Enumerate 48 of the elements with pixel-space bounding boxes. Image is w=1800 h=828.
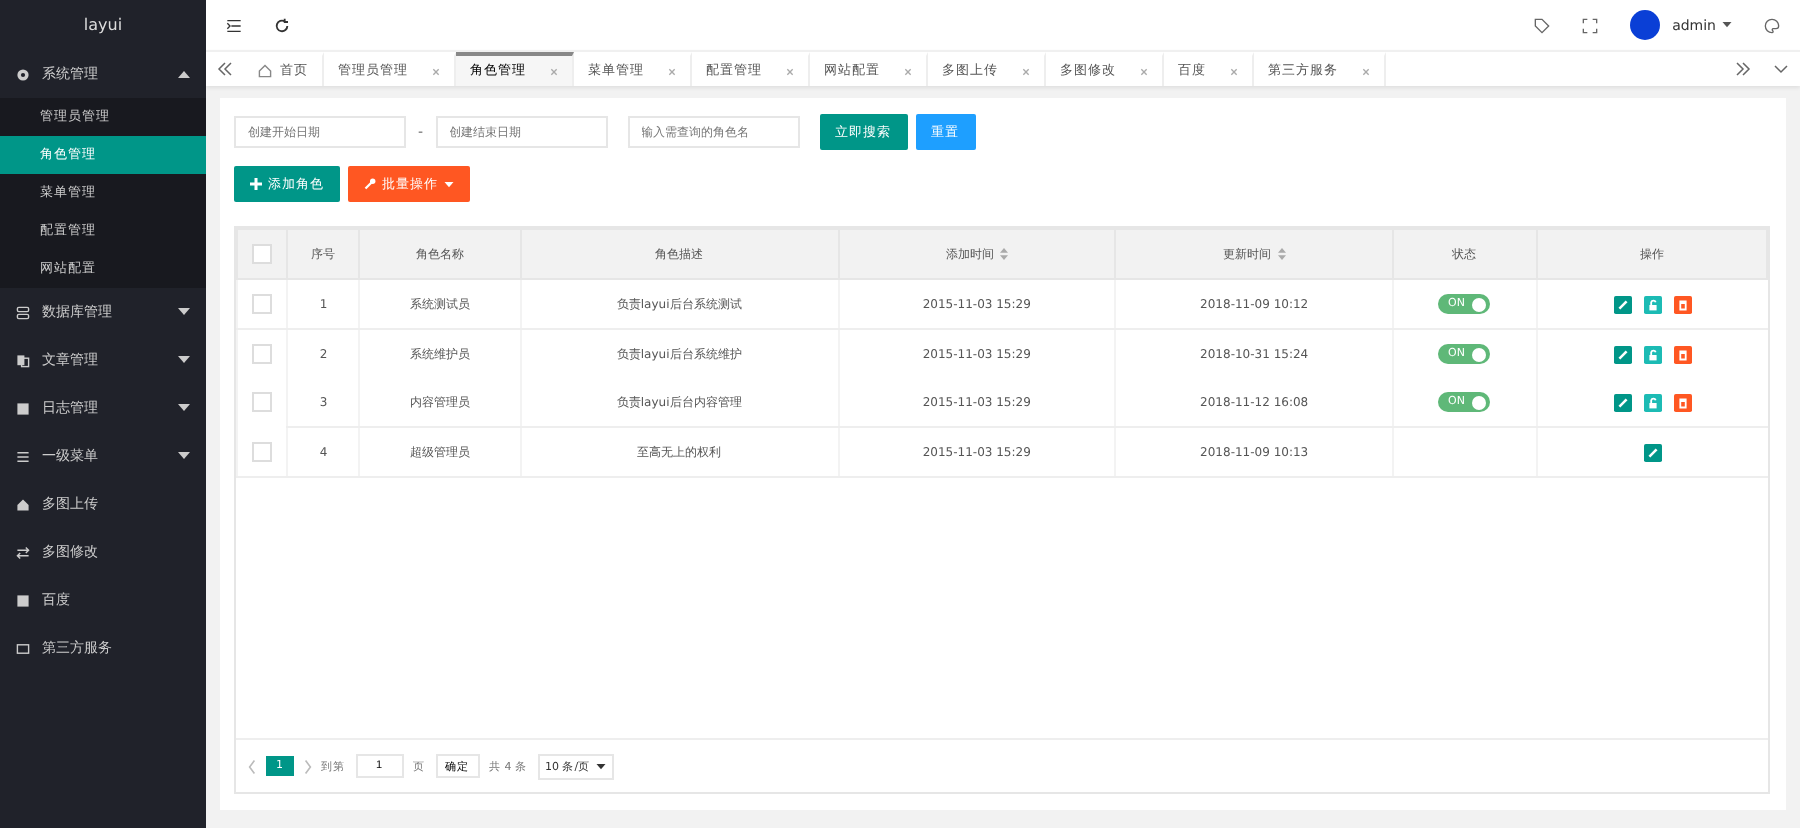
unlock-icon[interactable] <box>1643 393 1662 411</box>
unlock-icon[interactable] <box>1643 295 1662 313</box>
previous-page-icon[interactable] <box>248 759 256 773</box>
row-checkbox[interactable] <box>252 344 272 364</box>
select-all-checkbox[interactable] <box>252 244 272 264</box>
fullscreen-icon[interactable] <box>1582 17 1599 33</box>
close-icon[interactable] <box>1022 67 1030 75</box>
plus-icon <box>250 178 262 190</box>
refresh-icon[interactable] <box>274 17 290 33</box>
unlock-icon[interactable] <box>1643 345 1662 363</box>
logo-text: layui <box>81 14 125 38</box>
square-icon <box>16 401 30 415</box>
caret-icon <box>1722 22 1732 28</box>
trash-icon[interactable] <box>1673 345 1692 363</box>
close-icon[interactable] <box>904 67 912 75</box>
edit-icon[interactable] <box>1613 345 1632 363</box>
document-icon <box>16 353 30 367</box>
sort-icon <box>1277 247 1286 260</box>
menu-icon[interactable] <box>226 17 242 33</box>
edit-icon[interactable] <box>1643 443 1662 461</box>
row-checkbox[interactable] <box>252 294 272 314</box>
next-page-icon[interactable] <box>303 759 311 773</box>
home-icon <box>258 64 272 78</box>
trash-icon[interactable] <box>1673 295 1692 313</box>
wrench-icon <box>364 178 376 190</box>
close-icon[interactable] <box>668 67 676 75</box>
database-icon <box>16 305 30 319</box>
palette-icon[interactable] <box>1764 17 1780 33</box>
gear-icon <box>16 67 30 81</box>
caret-icon <box>444 181 454 187</box>
close-icon[interactable] <box>550 67 558 75</box>
edit-icon[interactable] <box>1613 393 1632 411</box>
row-checkbox[interactable] <box>252 441 272 462</box>
close-icon[interactable] <box>1140 67 1148 75</box>
envelope-icon <box>16 641 30 655</box>
trash-icon[interactable] <box>1673 393 1692 411</box>
row-checkbox[interactable] <box>252 392 272 413</box>
edit-icon[interactable] <box>1613 295 1632 313</box>
list-icon <box>16 449 30 463</box>
close-icon[interactable] <box>432 67 440 75</box>
close-icon[interactable] <box>1362 67 1370 75</box>
close-icon[interactable] <box>786 67 794 75</box>
avatar[interactable] <box>1630 10 1661 40</box>
caret-icon <box>596 763 607 769</box>
sort-icon <box>999 247 1008 260</box>
close-icon[interactable] <box>1230 67 1238 75</box>
swap-icon <box>16 545 30 559</box>
tag-icon[interactable] <box>1534 17 1551 33</box>
